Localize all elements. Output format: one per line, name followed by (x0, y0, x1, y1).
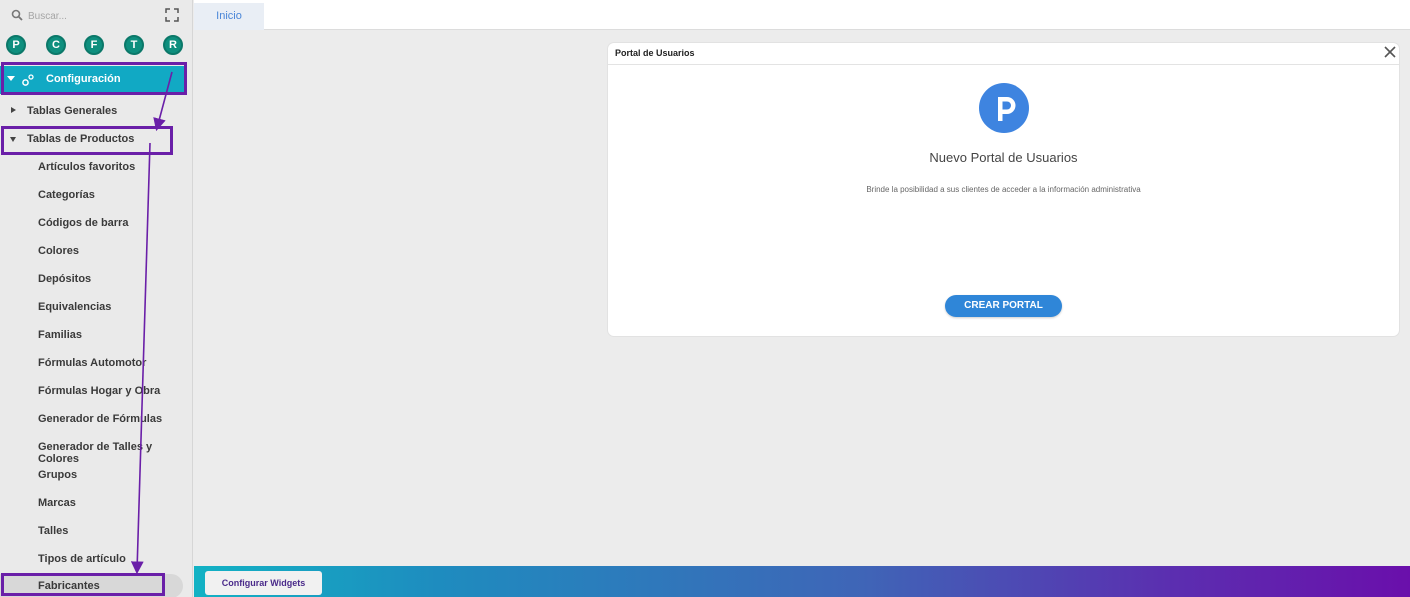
quick-button-f[interactable]: F (84, 35, 104, 55)
quick-button-t[interactable]: T (124, 35, 144, 55)
sidebar-item-fabricantes[interactable]: Fabricantes (0, 574, 183, 597)
app-window: P C F T R Configuración Tablas Generales… (0, 0, 1410, 597)
portal-heading: Nuevo Portal de Usuarios (929, 150, 1078, 165)
close-icon[interactable] (1382, 44, 1398, 60)
divider (608, 64, 1399, 65)
sidebar-item-label: Categorías (38, 189, 95, 201)
sidebar-item-label: Configuración (46, 73, 121, 85)
search-bar (0, 0, 193, 32)
quick-button-c[interactable]: C (46, 35, 66, 55)
sidebar-item-generador-formulas[interactable]: Generador de Fórmulas (0, 407, 193, 431)
sidebar-item-familias[interactable]: Familias (0, 323, 193, 347)
tab-bar: Inicio (194, 0, 1410, 30)
sidebar: P C F T R Configuración Tablas Generales… (0, 0, 193, 597)
quick-access-buttons: P C F T R (0, 35, 193, 57)
sidebar-item-label: Códigos de barra (38, 217, 129, 229)
portal-usuarios-panel: Portal de Usuarios Nuevo Portal de Usuar… (608, 43, 1399, 336)
sidebar-item-depositos[interactable]: Depósitos (0, 267, 193, 291)
sidebar-item-label: Generador de Talles y Colores (38, 441, 153, 465)
sidebar-item-articulos-favoritos[interactable]: Artículos favoritos (0, 155, 193, 179)
sidebar-item-label: Fórmulas Automotor (38, 357, 147, 369)
sidebar-item-configuracion[interactable]: Configuración (0, 66, 185, 94)
sidebar-item-label: Grupos (38, 469, 78, 481)
portal-description: Brinde la posibilidad a sus clientes de … (866, 185, 1141, 194)
sidebar-item-label: Depósitos (38, 273, 92, 285)
sidebar-item-tipos-articulo[interactable]: Tipos de artículo (0, 547, 193, 571)
widgets-footer-bar: Configurar Widgets (194, 566, 1410, 597)
sidebar-item-formulas-automotor[interactable]: Fórmulas Automotor (0, 351, 193, 375)
sidebar-item-talles[interactable]: Talles (0, 519, 193, 543)
sidebar-item-tablas-productos[interactable]: Tablas de Productos (0, 127, 193, 151)
create-portal-button[interactable]: CREAR PORTAL (945, 295, 1062, 317)
sidebar-item-label: Familias (38, 329, 83, 341)
portal-p-icon (998, 97, 1016, 121)
sidebar-item-label: Fabricantes (38, 580, 100, 592)
sidebar-item-equivalencias[interactable]: Equivalencias (0, 295, 193, 319)
tab-inicio[interactable]: Inicio (194, 3, 264, 30)
sidebar-item-categorias[interactable]: Categorías (0, 183, 193, 207)
sidebar-item-formulas-hogar-obra[interactable]: Fórmulas Hogar y Obra (0, 379, 193, 403)
sidebar-item-colores[interactable]: Colores (0, 239, 193, 263)
quick-button-p[interactable]: P (6, 35, 26, 55)
configure-widgets-button[interactable]: Configurar Widgets (205, 571, 322, 595)
sidebar-item-label: Tablas de Productos (27, 133, 135, 145)
sidebar-item-generador-talles-colores[interactable]: Generador de Talles y Colores (0, 435, 193, 465)
sidebar-item-label: Equivalencias (38, 301, 112, 313)
sidebar-item-marcas[interactable]: Marcas (0, 491, 193, 515)
caret-down-icon (10, 137, 16, 142)
search-icon (11, 9, 23, 21)
sidebar-item-codigos-barra[interactable]: Códigos de barra (0, 211, 193, 235)
sidebar-item-label: Fórmulas Hogar y Obra (38, 385, 161, 397)
sidebar-item-label: Tablas Generales (27, 105, 118, 117)
sidebar-item-tablas-generales[interactable]: Tablas Generales (0, 99, 193, 123)
panel-title: Portal de Usuarios (615, 48, 695, 58)
sidebar-item-grupos[interactable]: Grupos (0, 463, 193, 487)
search-input[interactable] (28, 8, 148, 24)
sidebar-item-label: Tipos de artículo (38, 553, 126, 565)
fullscreen-icon[interactable] (165, 8, 179, 22)
sidebar-item-label: Talles (38, 525, 69, 537)
caret-down-icon (7, 76, 15, 81)
sidebar-item-label: Marcas (38, 497, 76, 509)
caret-right-icon (11, 107, 16, 113)
sidebar-item-label: Generador de Fórmulas (38, 413, 163, 425)
quick-button-r[interactable]: R (163, 35, 183, 55)
portal-logo (979, 83, 1029, 133)
sidebar-item-label: Artículos favoritos (38, 161, 136, 173)
sidebar-item-label: Colores (38, 245, 79, 257)
gears-icon (22, 74, 34, 86)
